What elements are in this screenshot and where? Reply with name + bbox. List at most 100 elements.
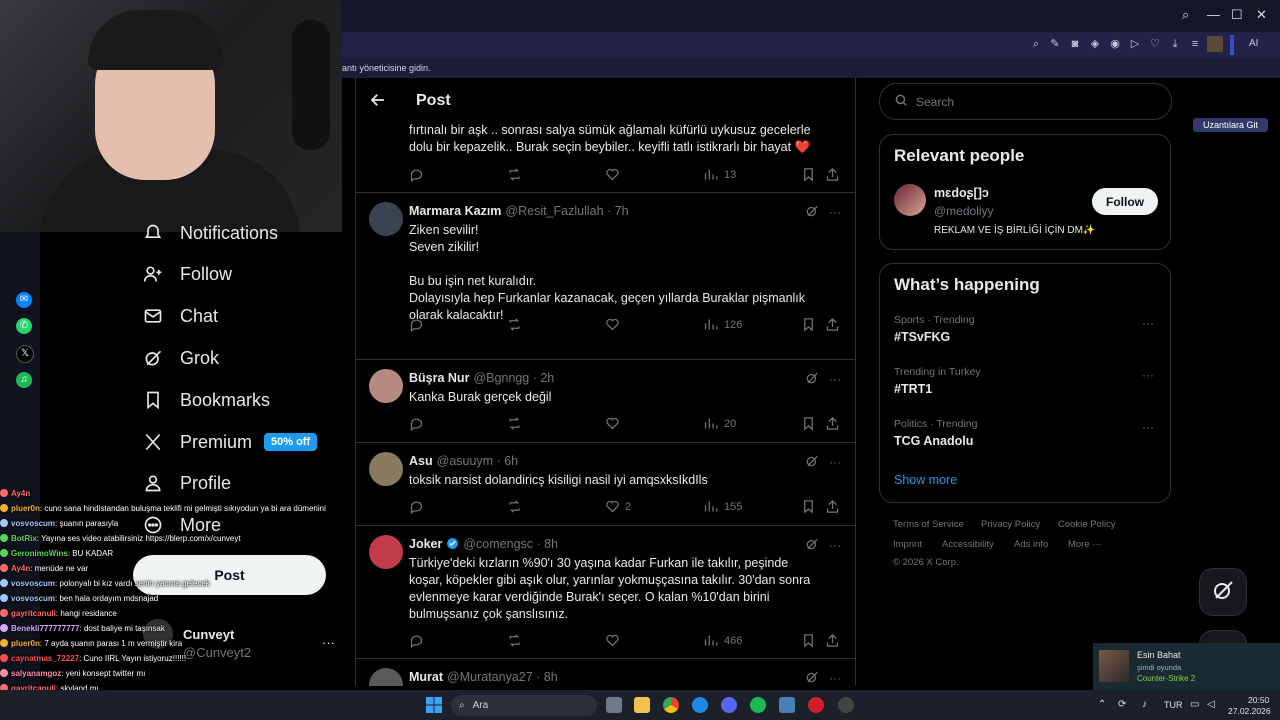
menu-icon[interactable]: ≡ <box>1188 37 1202 51</box>
edit-icon[interactable]: ✎ <box>1048 37 1062 51</box>
discord-icon[interactable] <box>721 697 737 713</box>
nav-premium[interactable]: Premium 50% off <box>142 426 318 458</box>
share-icon[interactable] <box>825 317 840 332</box>
like-icon[interactable]: 2 <box>605 499 631 514</box>
chat-username[interactable]: caynatmas_72227 <box>11 654 79 663</box>
chat-username[interactable]: salyanamgoz <box>11 669 61 678</box>
chat-username[interactable]: Benekli777777777 <box>11 624 80 633</box>
back-arrow-icon[interactable] <box>369 91 387 114</box>
zoom-icon[interactable]: ⌕ <box>1029 37 1043 51</box>
tweet-author[interactable]: Joker @comengsc · 8h <box>409 537 558 551</box>
shield-icon[interactable]: ◈ <box>1088 37 1102 51</box>
reply-icon[interactable] <box>409 633 424 648</box>
tweet-avatar[interactable] <box>369 369 403 403</box>
messenger-icon[interactable]: ✉ <box>16 292 32 308</box>
opera-icon[interactable] <box>808 697 824 713</box>
spotify-icon[interactable]: ♫ <box>16 372 32 388</box>
play-icon[interactable]: ▷ <box>1128 37 1142 51</box>
heart-icon[interactable]: ♡ <box>1148 37 1162 51</box>
tweet-avatar[interactable] <box>369 452 403 486</box>
app-icon[interactable] <box>779 697 795 713</box>
nav-bookmarks[interactable]: Bookmarks <box>142 384 270 416</box>
like-icon[interactable] <box>605 416 625 431</box>
camera-icon[interactable]: ◙ <box>1068 37 1082 51</box>
profile-avatar[interactable] <box>1207 36 1223 52</box>
x-icon[interactable]: 𝕏 <box>16 345 34 363</box>
footer-link[interactable]: Accessibility <box>942 539 994 550</box>
footer-link[interactable]: Cookie Policy <box>1058 519 1116 530</box>
tweet-avatar[interactable] <box>369 202 403 236</box>
like-icon[interactable] <box>605 317 625 332</box>
trend-more-icon[interactable]: ··· <box>1142 368 1154 382</box>
person-avatar[interactable] <box>894 184 926 216</box>
repost-icon[interactable] <box>507 416 522 431</box>
views-icon[interactable]: 126 <box>703 317 742 332</box>
tweet[interactable]: Asu @asuuym · 6h ··· toksik narsist dolandi… <box>356 442 855 526</box>
clock-time[interactable]: 20:50 <box>1248 695 1269 705</box>
grok-explain-icon[interactable] <box>805 372 819 386</box>
views-icon[interactable]: 20 <box>703 416 736 431</box>
chat-username[interactable]: vosvoscum <box>11 594 55 603</box>
reply-icon[interactable] <box>409 499 424 514</box>
chat-username[interactable]: vosvoscum <box>11 519 55 528</box>
chat-username[interactable]: vosvoscum <box>11 579 55 588</box>
more-options-icon[interactable]: ··· <box>829 372 841 386</box>
nav-notifications[interactable]: Notifications <box>142 217 278 249</box>
download-icon[interactable]: ⤓ <box>1168 37 1182 51</box>
chat-username[interactable]: GeronimoWins <box>11 549 68 558</box>
clock-date[interactable]: 27.02.2026 <box>1228 706 1271 716</box>
grok-explain-icon[interactable] <box>805 671 819 685</box>
repost-icon[interactable] <box>507 167 522 182</box>
trend-name[interactable]: #TRT1 <box>894 382 932 396</box>
spotify-icon[interactable] <box>750 697 766 713</box>
more-options-icon[interactable]: ··· <box>829 671 841 685</box>
reply-icon[interactable] <box>409 317 424 332</box>
tweet-author[interactable]: Asu @asuuym · 6h <box>409 454 518 468</box>
like-icon[interactable] <box>605 167 620 182</box>
file-manager-icon[interactable] <box>606 697 622 713</box>
bookmark-icon[interactable] <box>801 167 816 182</box>
obs-icon[interactable] <box>838 697 854 713</box>
views-icon[interactable]: 13 <box>703 167 736 182</box>
footer-link[interactable]: Privacy Policy <box>981 519 1040 530</box>
maximize-button[interactable]: ☐ <box>1231 7 1243 23</box>
grok-explain-icon[interactable] <box>805 538 819 552</box>
views-icon[interactable]: 466 <box>703 633 742 648</box>
tweet[interactable]: Büşra Nur @Bgnngg · 2h ··· Kanka Burak gerç… <box>356 359 855 443</box>
grok-floating-button[interactable] <box>1199 568 1247 616</box>
bookmark-icon[interactable] <box>801 499 816 514</box>
share-icon[interactable] <box>825 499 840 514</box>
grok-explain-icon[interactable] <box>805 455 819 469</box>
volume-icon[interactable]: ◁ <box>1207 699 1215 710</box>
minimize-button[interactable]: — <box>1207 7 1220 22</box>
tweet[interactable]: Marmara Kazım @Resit_Fazlullah · 7h ··· Zik… <box>356 192 855 360</box>
ai-button[interactable]: AI <box>1249 38 1258 49</box>
footer-link[interactable]: Terms of Service <box>893 519 964 530</box>
tweet-avatar[interactable] <box>369 668 403 686</box>
whatsapp-icon[interactable]: ✆ <box>16 318 32 334</box>
tweet[interactable]: Joker @comengsc · 8h ··· Türkiye'deki kızla… <box>356 525 855 659</box>
go-to-extensions-button[interactable]: Uzantılara Git <box>1192 118 1268 132</box>
trend-more-icon[interactable]: ··· <box>1142 316 1154 330</box>
bookmark-icon[interactable] <box>801 416 816 431</box>
extension-icon[interactable]: ◉ <box>1108 37 1122 51</box>
chat-username[interactable]: BotRix <box>11 534 37 543</box>
footer-link[interactable]: Ads info <box>1014 539 1048 550</box>
trend-name[interactable]: TCG Anadolu <box>894 434 973 448</box>
tweet[interactable]: Murat @Muratanya27 · 8h ··· <box>356 658 855 686</box>
trend-more-icon[interactable]: ··· <box>1142 420 1154 434</box>
windows-start-icon[interactable] <box>426 697 442 713</box>
edge-icon[interactable] <box>692 697 708 713</box>
repost-icon[interactable] <box>507 633 522 648</box>
footer-link[interactable]: More ··· <box>1068 539 1102 550</box>
chrome-icon[interactable] <box>663 697 679 713</box>
chat-username[interactable]: Ay4n <box>11 564 30 573</box>
trend-name[interactable]: #TSvFKG <box>894 330 950 344</box>
nav-grok[interactable]: Grok <box>142 342 219 374</box>
search-icon[interactable]: ⌕ <box>1182 7 1189 23</box>
nav-chat[interactable]: Chat <box>142 300 218 332</box>
game-notification[interactable]: Esin Bahat şimdi oyunda Counter-Strike 2 <box>1093 643 1280 690</box>
taskbar-search[interactable]: ⌕ Ara <box>451 695 597 716</box>
nav-follow[interactable]: Follow <box>142 258 232 290</box>
share-icon[interactable] <box>825 167 840 182</box>
